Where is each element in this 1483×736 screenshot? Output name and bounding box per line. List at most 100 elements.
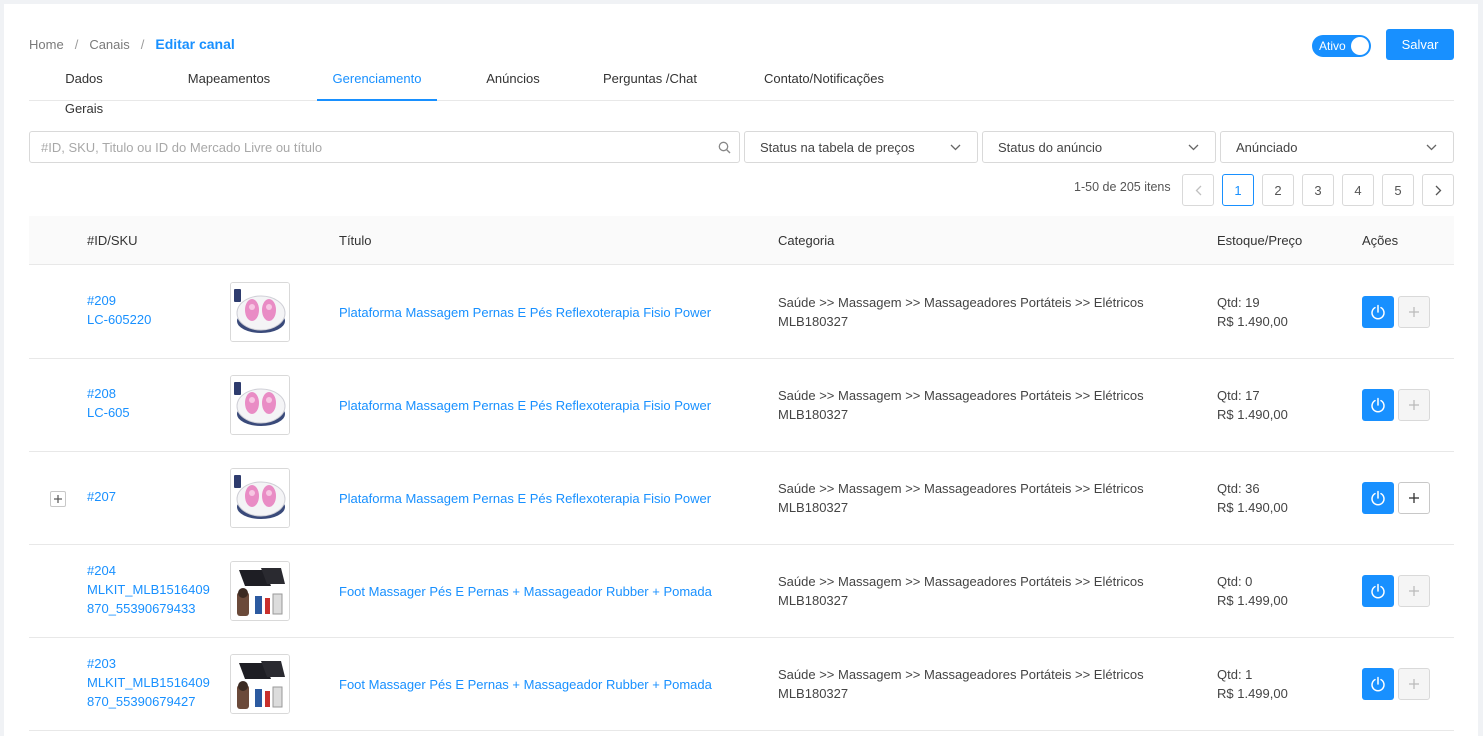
stock-qty: Qtd: 19: [1217, 295, 1260, 310]
price: R$ 1.499,00: [1217, 593, 1288, 608]
ad-status-select[interactable]: Status do anúncio: [982, 131, 1216, 163]
price: R$ 1.490,00: [1217, 314, 1288, 329]
search-input[interactable]: [41, 139, 709, 155]
item-sku-link[interactable]: MLKIT_MLB1516409: [87, 673, 227, 692]
column-actions: Ações: [1362, 233, 1399, 248]
page-button-2[interactable]: 2: [1262, 174, 1294, 206]
stock-qty: Qtd: 36: [1217, 481, 1260, 496]
product-title-link[interactable]: Plataforma Massagem Pernas E Pés Reflexo…: [339, 396, 759, 415]
power-icon: [1371, 676, 1385, 692]
column-id-sku: #ID/SKU: [87, 233, 138, 248]
item-sku-link[interactable]: MLKIT_MLB1516409: [87, 580, 227, 599]
chevron-right-icon: [1435, 185, 1441, 195]
search-box: [29, 131, 740, 163]
breadcrumb-separator: /: [140, 36, 145, 52]
plus-icon: [1409, 679, 1419, 689]
item-sku-link[interactable]: LC-605: [87, 403, 227, 422]
toggle-ad-button[interactable]: [1362, 482, 1394, 514]
toggle-ad-button[interactable]: [1362, 389, 1394, 421]
breadcrumb-home[interactable]: Home: [29, 37, 64, 52]
category-id: MLB180327: [778, 314, 849, 329]
plus-icon: [1409, 307, 1419, 317]
price-status-select[interactable]: Status na tabela de preços: [744, 131, 978, 163]
plus-icon: [1409, 586, 1419, 596]
tab-perguntas-chat[interactable]: Perguntas /Chat: [600, 64, 700, 101]
plus-icon: [54, 495, 62, 503]
item-id-link[interactable]: #204: [87, 561, 227, 580]
table-header: #ID/SKU Título Categoria Estoque/Preço A…: [29, 216, 1454, 265]
product-image[interactable]: [230, 654, 290, 714]
category-id: MLB180327: [778, 500, 849, 515]
page-button-4[interactable]: 4: [1342, 174, 1374, 206]
item-sku-link[interactable]: LC-605220: [87, 310, 227, 329]
product-title-link[interactable]: Plataforma Massagem Pernas E Pés Reflexo…: [339, 489, 759, 508]
tab-dados-gerais[interactable]: Dados Gerais: [45, 64, 123, 116]
price: R$ 1.490,00: [1217, 407, 1288, 422]
save-button[interactable]: Salvar: [1386, 29, 1454, 60]
column-title: Título: [339, 233, 372, 248]
tab-contato-notificacoes[interactable]: Contato/Notificações: [760, 64, 888, 101]
advertised-select-value: Anúnciado: [1236, 139, 1298, 155]
toggle-knob: [1351, 37, 1369, 55]
item-id-link[interactable]: #208: [87, 384, 227, 403]
plus-icon: [1409, 493, 1419, 503]
toggle-ad-button[interactable]: [1362, 668, 1394, 700]
category-id: MLB180327: [778, 593, 849, 608]
stock-qty: Qtd: 17: [1217, 388, 1260, 403]
category-path: Saúde >> Massagem >> Massageadores Portá…: [778, 574, 1144, 589]
chevron-left-icon: [1195, 185, 1201, 195]
product-title-link[interactable]: Foot Massager Pés E Pernas + Massageador…: [339, 675, 759, 694]
search-icon[interactable]: [709, 141, 739, 154]
table-row: #209 LC-605220 Plataforma Massagem Pernas …: [29, 266, 1454, 359]
category-path: Saúde >> Massagem >> Massageadores Portá…: [778, 667, 1144, 682]
page-button-1[interactable]: 1: [1222, 174, 1254, 206]
active-toggle[interactable]: Ativo: [1312, 35, 1371, 57]
page-button-3[interactable]: 3: [1302, 174, 1334, 206]
stock-qty: Qtd: 0: [1217, 574, 1253, 589]
add-button[interactable]: [1398, 482, 1430, 514]
product-image[interactable]: [230, 282, 290, 342]
table-row: #204 MLKIT_MLB1516409 870_55390679433 Foot …: [29, 545, 1454, 638]
price-status-select-value: Status na tabela de preços: [760, 139, 915, 155]
power-icon: [1371, 583, 1385, 599]
toggle-ad-button[interactable]: [1362, 296, 1394, 328]
item-id-link[interactable]: #207: [87, 487, 227, 506]
item-id-link[interactable]: #203: [87, 654, 227, 673]
product-title-link[interactable]: Foot Massager Pés E Pernas + Massageador…: [339, 582, 759, 601]
pagination-info: 1-50 de 205 itens: [1074, 180, 1171, 194]
item-sku-link[interactable]: 870_55390679433: [87, 599, 227, 618]
tab-gerenciamento[interactable]: Gerenciamento: [317, 64, 437, 101]
power-icon: [1371, 304, 1385, 320]
toggle-ad-button[interactable]: [1362, 575, 1394, 607]
product-image[interactable]: [230, 468, 290, 528]
advertised-select[interactable]: Anúnciado: [1220, 131, 1454, 163]
item-sku-link[interactable]: 870_55390679427: [87, 692, 227, 711]
expand-row-button[interactable]: [50, 491, 66, 507]
ad-status-select-value: Status do anúncio: [998, 139, 1103, 155]
category-path: Saúde >> Massagem >> Massageadores Portá…: [778, 388, 1144, 403]
next-page-button[interactable]: [1422, 174, 1454, 206]
product-image[interactable]: [230, 561, 290, 621]
product-title-link[interactable]: Plataforma Massagem Pernas E Pés Reflexo…: [339, 303, 759, 322]
item-id-link[interactable]: #209: [87, 291, 227, 310]
column-category: Categoria: [778, 233, 835, 248]
tab-mapeamentos[interactable]: Mapeamentos: [186, 64, 272, 101]
chevron-down-icon: [950, 144, 961, 150]
add-button[interactable]: [1398, 296, 1430, 328]
tab-anuncios[interactable]: Anúncios: [482, 64, 544, 101]
add-button[interactable]: [1398, 668, 1430, 700]
breadcrumb: Home / Canais / Editar canal: [29, 36, 235, 52]
table-row: #207 Plataforma Massagem Pernas E Pés Ref…: [29, 452, 1454, 545]
page-button-5[interactable]: 5: [1382, 174, 1414, 206]
breadcrumb-channels[interactable]: Canais: [89, 37, 129, 52]
product-image[interactable]: [230, 375, 290, 435]
power-icon: [1371, 490, 1385, 506]
tab-bar: Dados Gerais Mapeamentos Gerenciamento A…: [29, 64, 1454, 116]
add-button[interactable]: [1398, 389, 1430, 421]
category-id: MLB180327: [778, 407, 849, 422]
chevron-down-icon: [1426, 144, 1437, 150]
category-path: Saúde >> Massagem >> Massageadores Portá…: [778, 295, 1144, 310]
add-button[interactable]: [1398, 575, 1430, 607]
prev-page-button[interactable]: [1182, 174, 1214, 206]
price: R$ 1.490,00: [1217, 500, 1288, 515]
